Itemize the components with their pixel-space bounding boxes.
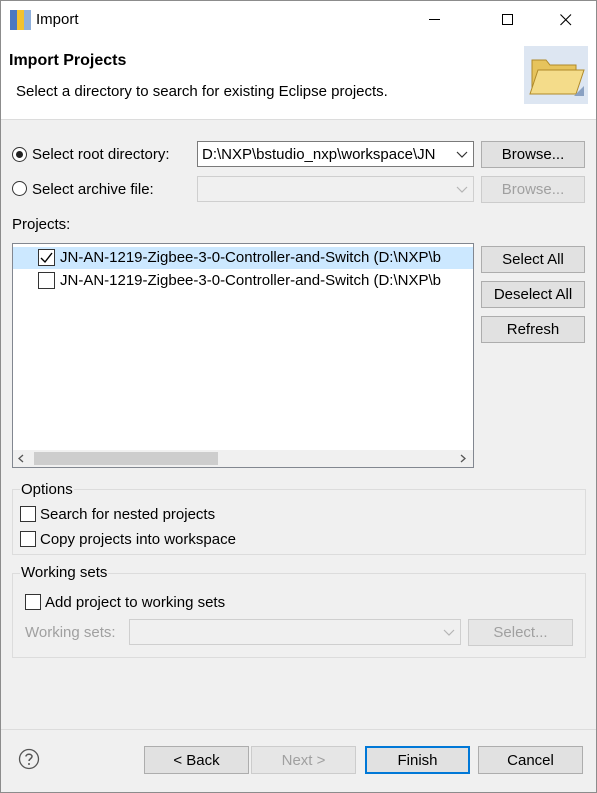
horizontal-scrollbar[interactable] (13, 450, 473, 467)
deselect-all-button[interactable]: Deselect All (481, 281, 585, 308)
copy-projects-checkbox[interactable] (20, 531, 36, 547)
footer-separator (1, 729, 596, 730)
working-sets-combo[interactable] (129, 619, 461, 645)
project-checkbox[interactable] (38, 272, 55, 289)
open-folder-icon (524, 46, 588, 104)
project-row[interactable]: JN-AN-1219-Zigbee-3-0-Controller-and-Swi… (13, 270, 473, 292)
projects-list[interactable]: JN-AN-1219-Zigbee-3-0-Controller-and-Swi… (12, 243, 474, 468)
refresh-button[interactable]: Refresh (481, 316, 585, 343)
nested-projects-label: Search for nested projects (40, 506, 216, 523)
working-sets-label: Working sets: (25, 624, 116, 641)
project-name: JN-AN-1219-Zigbee-3-0-Controller-and-Swi… (60, 272, 441, 289)
help-icon[interactable] (18, 748, 40, 770)
cancel-button[interactable]: Cancel (478, 746, 583, 774)
eclipse-app-icon (10, 10, 31, 30)
page-description: Select a directory to search for existin… (16, 83, 388, 100)
copy-projects-label: Copy projects into workspace (40, 531, 236, 548)
root-directory-value: D:\NXP\bstudio_nxp\workspace\JN (202, 146, 436, 163)
checkmark-icon (40, 252, 53, 264)
browse-directory-button[interactable]: Browse... (481, 141, 585, 168)
options-title: Options (20, 481, 74, 498)
project-name: JN-AN-1219-Zigbee-3-0-Controller-and-Swi… (60, 249, 441, 266)
select-all-button[interactable]: Select All (481, 246, 585, 273)
title-bar: Import (1, 1, 596, 39)
page-title: Import Projects (9, 52, 127, 69)
project-row[interactable]: JN-AN-1219-Zigbee-3-0-Controller-and-Swi… (13, 247, 473, 269)
archive-file-combo[interactable] (197, 176, 474, 202)
browse-archive-button[interactable]: Browse... (481, 176, 585, 203)
window-title: Import (36, 11, 79, 28)
maximize-icon (502, 14, 513, 25)
root-directory-radio[interactable] (12, 147, 27, 162)
scroll-right-icon[interactable] (458, 454, 467, 463)
chevron-down-icon (456, 186, 468, 193)
add-working-sets-label: Add project to working sets (45, 594, 226, 611)
close-icon (560, 14, 572, 26)
maximize-button[interactable] (485, 1, 531, 39)
back-button[interactable]: < Back (144, 746, 249, 774)
wizard-header: Import Projects Select a directory to se… (1, 39, 596, 120)
chevron-down-icon (456, 151, 468, 158)
archive-file-radio[interactable] (12, 181, 27, 196)
root-directory-combo[interactable]: D:\NXP\bstudio_nxp\workspace\JN (197, 141, 474, 167)
projects-label: Projects: (12, 216, 71, 233)
import-dialog: Import Import Projects Select a director… (0, 0, 597, 793)
close-window-button[interactable] (543, 1, 589, 39)
root-directory-label: Select root directory: (32, 146, 170, 163)
minimize-icon (429, 19, 440, 20)
chevron-down-icon (443, 629, 455, 636)
archive-file-label: Select archive file: (32, 181, 154, 198)
select-working-sets-button[interactable]: Select... (468, 619, 573, 646)
minimize-button[interactable] (412, 1, 458, 39)
add-working-sets-checkbox[interactable] (25, 594, 41, 610)
next-button[interactable]: Next > (251, 746, 356, 774)
project-checkbox[interactable] (38, 249, 55, 266)
scroll-left-icon[interactable] (17, 454, 26, 463)
scrollbar-thumb[interactable] (34, 452, 218, 465)
nested-projects-checkbox[interactable] (20, 506, 36, 522)
working-sets-title: Working sets (20, 564, 109, 581)
finish-button[interactable]: Finish (365, 746, 470, 774)
